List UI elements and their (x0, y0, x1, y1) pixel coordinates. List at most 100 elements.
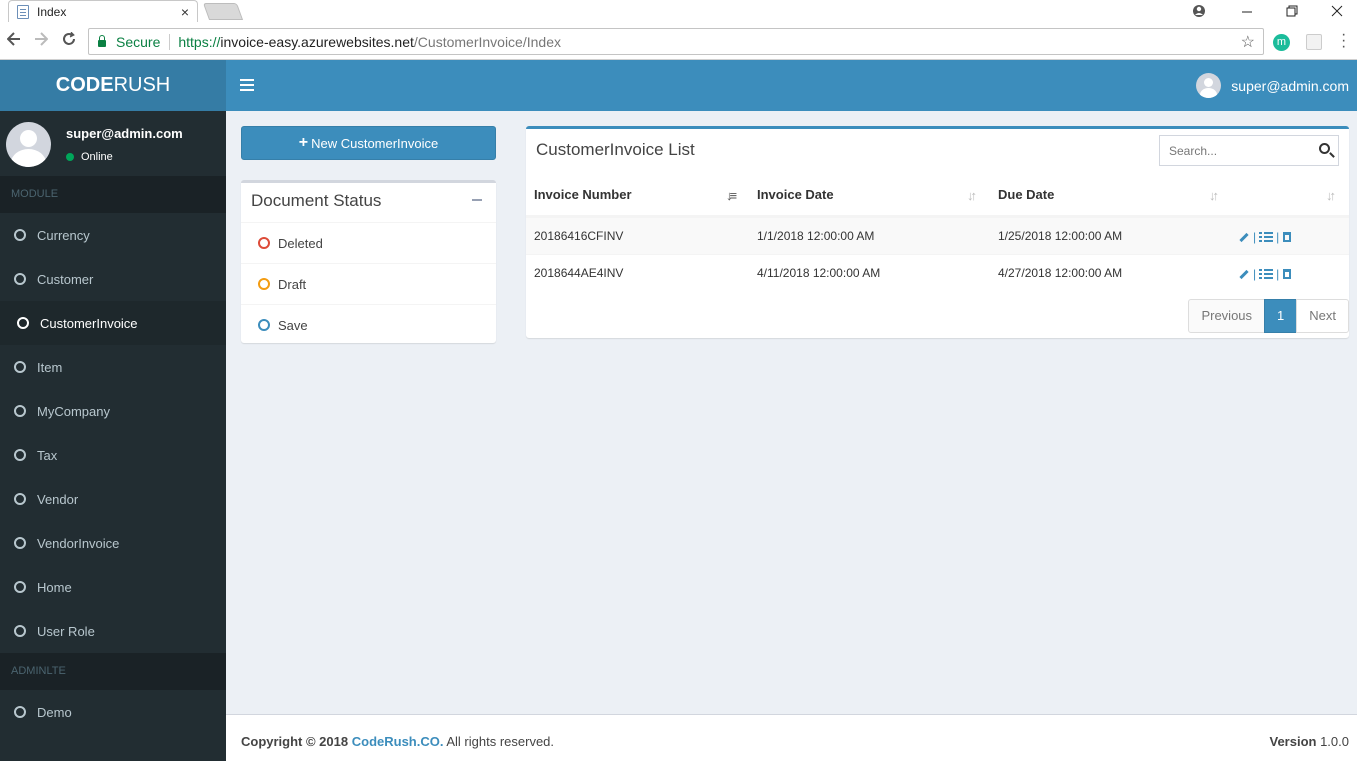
online-dot-icon (66, 153, 74, 161)
sidebar-item-label: Tax (37, 447, 58, 463)
previous-button[interactable]: Previous (1188, 299, 1266, 333)
table-header: Invoice Number ↓≡ Invoice Date ↓↑ Due Da… (526, 173, 1349, 217)
status-label: Save (278, 317, 308, 333)
search-input[interactable] (1160, 136, 1310, 165)
action-separator: | (1253, 230, 1257, 244)
app-logo[interactable]: CODERUSH (0, 60, 226, 111)
sidebar: super@admin.com Online MODULE Currency C… (0, 111, 226, 761)
sidebar-item-home[interactable]: Home (0, 565, 226, 609)
sidebar-item-label: Demo (37, 704, 72, 720)
circle-icon (14, 537, 26, 549)
sidebar-item-vendor[interactable]: Vendor (0, 477, 226, 521)
circle-icon (258, 319, 270, 331)
version: Version 1.0.0 (1269, 734, 1349, 749)
lock-icon (98, 35, 106, 47)
page-1-button[interactable]: 1 (1264, 299, 1298, 333)
close-window-icon[interactable] (1331, 0, 1343, 22)
due-date-cell: 4/27/2018 12:00:00 AM (998, 266, 1123, 280)
sort-icon[interactable]: ↓↑ (1209, 188, 1219, 203)
plus-icon: + (298, 134, 309, 151)
sidebar-item-label: CustomerInvoice (40, 315, 138, 331)
copyright-text: Copyright © 2018 (241, 734, 349, 749)
action-separator: | (1276, 267, 1280, 281)
browser-menu-icon[interactable]: · · · (1341, 27, 1346, 55)
pagination: Previous 1 Next (1188, 299, 1349, 333)
search-box (1159, 135, 1339, 166)
close-tab-icon[interactable]: × (181, 4, 189, 20)
due-date-cell: 1/25/2018 12:00:00 AM (998, 229, 1123, 243)
new-tab-button[interactable] (202, 3, 244, 20)
circle-icon (14, 625, 26, 637)
row-actions: | | (1239, 267, 1292, 281)
back-icon[interactable] (6, 31, 21, 51)
status-item-draft[interactable]: Draft (241, 263, 496, 304)
circle-icon (14, 493, 26, 505)
sidebar-item-demo[interactable]: Demo (0, 690, 226, 734)
star-icon[interactable]: ☆ (1241, 32, 1255, 52)
sidebar-item-user-role[interactable]: User Role (0, 609, 226, 653)
row-actions: | | (1239, 230, 1292, 244)
table-row[interactable]: 20186416CFINV 1/1/2018 12:00:00 AM 1/25/… (526, 217, 1349, 254)
sidebar-item-label: MyCompany (37, 403, 110, 419)
edit-icon[interactable] (1239, 232, 1249, 242)
invoice-date-cell: 1/1/2018 12:00:00 AM (757, 229, 875, 243)
footer: Copyright © 2018 CodeRush.CO. All rights… (226, 714, 1357, 761)
status-item-deleted[interactable]: Deleted (241, 222, 496, 263)
sidebar-toggle-icon[interactable] (240, 79, 254, 91)
collapse-icon[interactable] (472, 199, 482, 201)
address-bar[interactable]: Secure https://invoice-easy.azurewebsite… (88, 28, 1264, 55)
new-customerinvoice-button[interactable]: + New CustomerInvoice (241, 126, 496, 160)
minimize-icon[interactable] (1241, 0, 1253, 22)
sidebar-item-customer[interactable]: Customer (0, 257, 226, 301)
status-item-save[interactable]: Save (241, 304, 496, 345)
invoice-date-cell: 4/11/2018 12:00:00 AM (757, 266, 881, 280)
logo-bold: CODE (55, 74, 114, 96)
action-separator: | (1276, 230, 1280, 244)
next-button[interactable]: Next (1296, 299, 1349, 333)
user-menu[interactable]: super@admin.com (1196, 73, 1349, 98)
circle-icon (258, 278, 270, 290)
search-icon[interactable] (1319, 143, 1330, 154)
status-label: Draft (278, 276, 307, 292)
browser-tab[interactable]: Index × (8, 0, 198, 22)
status-text: Online (81, 151, 113, 163)
page-icon (17, 4, 29, 19)
restore-icon[interactable] (1286, 0, 1298, 22)
sort-icon[interactable]: ↓↑ (967, 188, 977, 203)
reload-icon[interactable] (62, 31, 76, 51)
details-icon[interactable] (1259, 269, 1274, 279)
brand-link[interactable]: CodeRush.CO. (352, 734, 444, 749)
extension-icon[interactable] (1306, 34, 1322, 50)
sidebar-section-module: MODULE (0, 176, 226, 213)
sort-icon[interactable]: ↓↑ (1326, 188, 1336, 203)
browser-tabbar: Index × (0, 0, 1357, 22)
sort-asc-icon[interactable]: ↓≡ (726, 188, 737, 203)
profile-icon[interactable] (1192, 0, 1206, 22)
sidebar-section-adminlte: ADMINLTE (0, 653, 226, 690)
column-invoice-number[interactable]: Invoice Number (534, 173, 632, 217)
secure-label: Secure (116, 33, 161, 50)
column-due-date[interactable]: Due Date (998, 173, 1054, 217)
forward-icon[interactable] (34, 31, 49, 51)
circle-icon (14, 706, 26, 718)
circle-icon (14, 405, 26, 417)
url-scheme: https:// (178, 33, 221, 50)
sidebar-item-currency[interactable]: Currency (0, 213, 226, 257)
sidebar-item-mycompany[interactable]: MyCompany (0, 389, 226, 433)
details-icon[interactable] (1259, 232, 1274, 242)
sidebar-item-customerinvoice[interactable]: CustomerInvoice (0, 301, 226, 345)
divider (169, 33, 171, 50)
edit-icon[interactable] (1239, 269, 1249, 279)
avatar (1196, 73, 1222, 98)
delete-icon[interactable] (1283, 232, 1292, 242)
sidebar-item-vendorinvoice[interactable]: VendorInvoice (0, 521, 226, 565)
sidebar-item-tax[interactable]: Tax (0, 433, 226, 477)
column-invoice-date[interactable]: Invoice Date (757, 173, 834, 217)
sidebar-item-item[interactable]: Item (0, 345, 226, 389)
extension-m-icon[interactable]: m (1273, 34, 1290, 51)
circle-icon (14, 361, 26, 373)
rights-text: All rights reserved. (446, 734, 555, 749)
delete-icon[interactable] (1283, 269, 1292, 279)
document-status-box: Document Status Deleted Draft Save (241, 180, 496, 343)
table-row[interactable]: 2018644AE4INV 4/11/2018 12:00:00 AM 4/27… (526, 254, 1349, 291)
